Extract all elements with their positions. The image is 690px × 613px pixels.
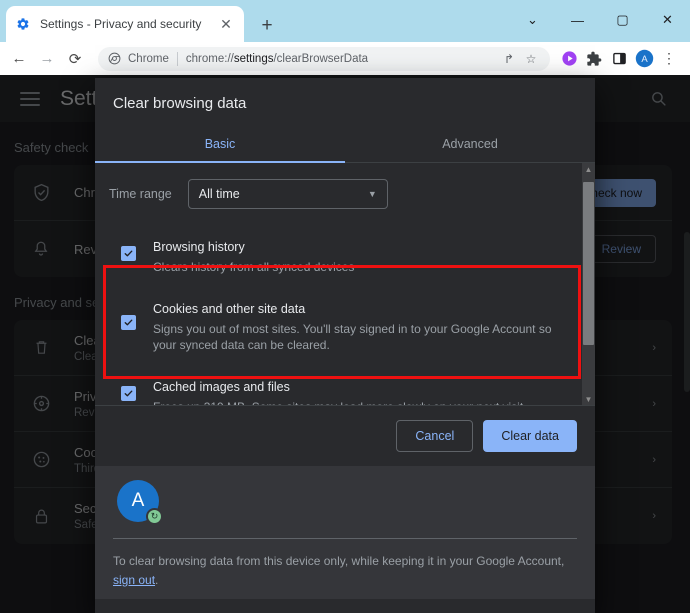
- checkbox-row-cookies[interactable]: Cookies and other site data Signs you ou…: [109, 286, 573, 364]
- checkbox-row-cached-images[interactable]: Cached images and files Frees up 319 MB.…: [109, 365, 573, 406]
- avatar: A ↻: [117, 480, 161, 524]
- checkbox-description: Clears history from all synced devices: [153, 259, 567, 275]
- dialog-scrollbar[interactable]: ▲ ▼: [582, 163, 595, 406]
- tab-advanced[interactable]: Advanced: [345, 126, 595, 162]
- checkbox-row-browsing-history[interactable]: Browsing history Clears history from all…: [109, 227, 573, 286]
- tab-title: Settings - Privacy and security: [40, 17, 217, 31]
- sync-badge-icon: ↻: [146, 508, 163, 525]
- forward-icon[interactable]: →: [34, 46, 60, 72]
- checkbox-text: Cached images and files Frees up 319 MB.…: [153, 378, 567, 406]
- close-window-button[interactable]: ✕: [645, 0, 690, 40]
- checkbox-description: Signs you out of most sites. You'll stay…: [153, 321, 567, 353]
- back-icon[interactable]: ←: [6, 46, 32, 72]
- clear-data-button[interactable]: Clear data: [483, 420, 577, 452]
- dialog-scroll-area: Time range All time ▼ Browsing history C…: [95, 163, 595, 406]
- minimize-button[interactable]: —: [555, 0, 600, 40]
- checkbox-title: Cookies and other site data: [153, 302, 305, 316]
- media-play-icon[interactable]: [557, 47, 581, 71]
- dialog-title: Clear browsing data: [95, 78, 595, 112]
- footer-text: To clear browsing data from this device …: [113, 552, 577, 589]
- dialog-scrollbar-thumb[interactable]: [583, 182, 594, 345]
- omnibox-separator: [177, 52, 178, 66]
- time-range-select[interactable]: All time ▼: [188, 179, 388, 209]
- dialog-tabs: Basic Advanced: [95, 126, 595, 163]
- new-tab-button[interactable]: +: [254, 12, 280, 38]
- profile-avatar[interactable]: A: [632, 47, 656, 71]
- footer-text-after: .: [155, 573, 158, 587]
- svg-text:A: A: [641, 54, 648, 65]
- tab-close-icon[interactable]: ✕: [217, 15, 235, 33]
- side-panel-icon[interactable]: [607, 47, 631, 71]
- window-controls: ⌄ — ▢ ✕: [510, 0, 690, 40]
- time-range-value: All time: [199, 187, 240, 201]
- address-bar[interactable]: Chrome chrome://settings/clearBrowserDat…: [98, 47, 550, 71]
- dialog-actions: Cancel Clear data: [95, 406, 595, 466]
- puzzle-extensions-icon[interactable]: [582, 47, 606, 71]
- browser-tab[interactable]: Settings - Privacy and security ✕: [6, 6, 244, 42]
- checkbox-text: Cookies and other site data Signs you ou…: [153, 300, 567, 353]
- time-range-control: Time range All time ▼: [109, 179, 573, 209]
- checkbox-description: Frees up 319 MB. Some sites may load mor…: [153, 399, 567, 406]
- settings-favicon-icon: [15, 16, 31, 32]
- scroll-down-arrow-icon[interactable]: ▼: [582, 393, 595, 406]
- tab-basic[interactable]: Basic: [95, 126, 345, 162]
- chevron-down-icon: ▼: [368, 189, 377, 199]
- dialog-footer: A ↻ To clear browsing data from this dev…: [95, 466, 595, 599]
- checkbox-cached-images[interactable]: [121, 386, 136, 401]
- checkbox-title: Browsing history: [153, 240, 245, 254]
- maximize-button[interactable]: ▢: [600, 0, 645, 40]
- sign-out-link[interactable]: sign out: [113, 573, 155, 587]
- browser-window: Settings - Privacy and security ✕ + ⌄ — …: [0, 0, 690, 613]
- bookmark-star-icon[interactable]: ☆: [521, 49, 541, 69]
- checkbox-cookies[interactable]: [121, 315, 136, 330]
- tab-search-chevron-icon[interactable]: ⌄: [510, 0, 555, 40]
- share-icon[interactable]: ↱: [499, 49, 519, 69]
- reload-icon[interactable]: ⟳: [62, 46, 88, 72]
- chrome-menu-icon[interactable]: ⋮: [656, 46, 682, 72]
- checkbox-text: Browsing history Clears history from all…: [153, 238, 567, 275]
- checkbox-title: Cached images and files: [153, 380, 290, 394]
- footer-text-before: To clear browsing data from this device …: [113, 554, 564, 568]
- time-range-label: Time range: [109, 187, 172, 201]
- checkbox-browsing-history[interactable]: [121, 246, 136, 261]
- chrome-logo-icon: [107, 51, 122, 66]
- omnibox-chip-label: Chrome: [128, 53, 169, 65]
- clear-browsing-data-dialog: Clear browsing data Basic Advanced Time …: [95, 78, 595, 613]
- tab-strip: Settings - Privacy and security ✕ + ⌄ — …: [0, 0, 690, 42]
- scroll-up-arrow-icon[interactable]: ▲: [582, 163, 595, 176]
- dialog-content: Time range All time ▼ Browsing history C…: [95, 163, 595, 406]
- browser-toolbar: ← → ⟳ Chrome chrome://settings/clearBrow…: [0, 42, 690, 75]
- cancel-button[interactable]: Cancel: [396, 420, 473, 452]
- dialog-scrollbar-track[interactable]: [582, 176, 595, 393]
- omnibox-url: chrome://settings/clearBrowserData: [186, 53, 497, 65]
- footer-divider: [113, 538, 577, 539]
